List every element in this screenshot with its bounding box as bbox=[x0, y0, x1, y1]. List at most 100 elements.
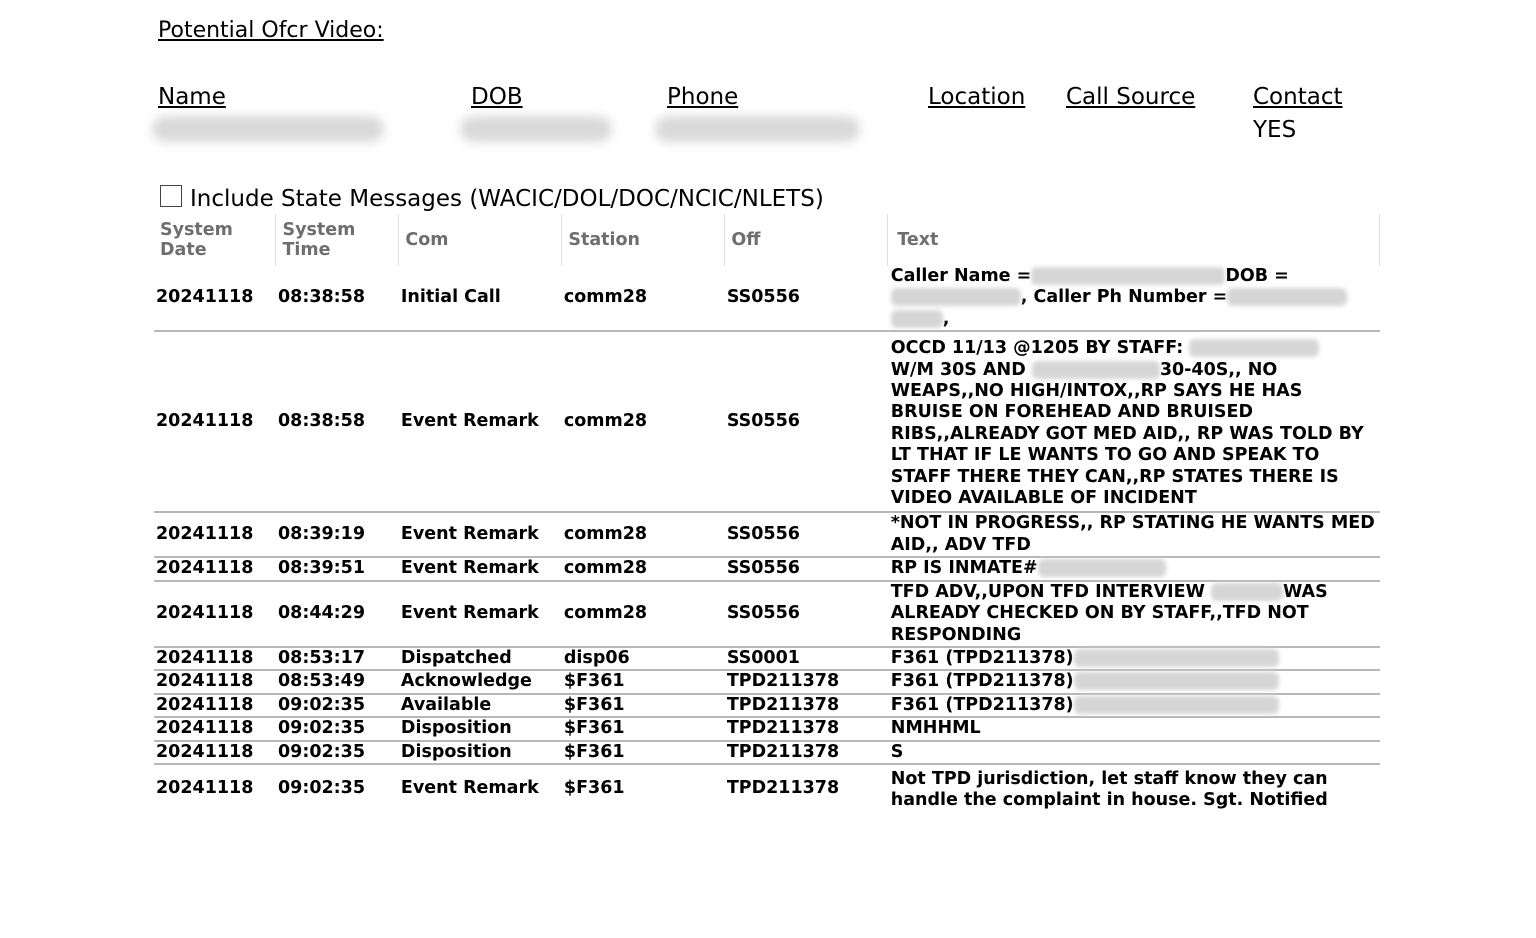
cell-off: SS0001 bbox=[724, 646, 888, 672]
cell-text: F361 (TPD211378) bbox=[887, 646, 1380, 672]
cell-time: 08:38:58 bbox=[275, 331, 399, 514]
cell-date: 20241118 bbox=[156, 777, 254, 798]
redaction bbox=[890, 309, 943, 328]
cell-time: 08:39:51 bbox=[275, 557, 399, 582]
redaction bbox=[1073, 648, 1279, 667]
cell-off: SS0556 bbox=[724, 580, 888, 648]
cell-text: Caller Name = DOB =, Caller Ph Number =, bbox=[887, 266, 1380, 333]
cell-com: Available bbox=[398, 693, 562, 719]
redaction bbox=[1073, 672, 1279, 691]
cell-station: comm28 bbox=[561, 266, 725, 333]
cell-text: F361 (TPD211378) bbox=[887, 693, 1380, 719]
col-off: Off bbox=[724, 214, 889, 266]
contact-header: Contact bbox=[1253, 84, 1343, 110]
table-row: 20241118 08:53:49 Acknowledge $F361 TPD2… bbox=[154, 670, 1380, 695]
cell-date: 20241118 bbox=[154, 512, 276, 559]
cell-com: Event Remark bbox=[398, 580, 562, 648]
cell-off: SS0556 bbox=[724, 266, 888, 333]
redaction bbox=[1073, 695, 1279, 714]
cell-com: Event Remark bbox=[400, 777, 539, 798]
cell-com: Event Remark bbox=[398, 331, 562, 514]
cell-off: SS0556 bbox=[724, 512, 888, 559]
cell-station: $F361 bbox=[563, 777, 625, 798]
cell-station: $F361 bbox=[561, 740, 725, 765]
cell-date: 20241118 bbox=[154, 266, 276, 333]
redaction bbox=[1189, 339, 1320, 358]
name-header: Name bbox=[158, 84, 226, 110]
cell-time: 08:44:29 bbox=[275, 580, 399, 648]
event-log-table: System Date System Time Com Station Off … bbox=[154, 214, 1380, 812]
cell-date: 20241118 bbox=[154, 717, 276, 742]
cell-off: TPD211378 bbox=[724, 693, 888, 719]
cell-station: comm28 bbox=[561, 580, 725, 648]
page-title: Potential Ofcr Video: bbox=[158, 18, 384, 43]
name-redaction bbox=[152, 116, 384, 142]
table-row: 20241118 08:39:51 Event Remark comm28 SS… bbox=[154, 557, 1380, 582]
cell-text: RP IS INMATE# bbox=[887, 557, 1380, 582]
cell-station: comm28 bbox=[561, 512, 725, 559]
cell-com: Initial Call bbox=[398, 266, 562, 333]
cell-date: 20241118 bbox=[154, 740, 276, 765]
cell-off: TPD211378 bbox=[724, 740, 888, 765]
contact-value: YES bbox=[1253, 117, 1297, 143]
table-row: 20241118 08:44:29 Event Remark comm28 SS… bbox=[154, 580, 1380, 648]
cell-com: Disposition bbox=[398, 740, 562, 765]
dob-redaction bbox=[460, 116, 612, 142]
col-system-date: System Date bbox=[154, 214, 277, 266]
cell-text: OCCD 11/13 @1205 BY STAFF: W/M 30S AND 3… bbox=[887, 331, 1380, 514]
cell-station: $F361 bbox=[561, 717, 725, 742]
table-row: 20241118 09:02:35 Event Remark $F361 TPD… bbox=[154, 764, 1380, 812]
cell-off: SS0556 bbox=[724, 331, 888, 514]
cell-time: 08:39:19 bbox=[275, 512, 399, 559]
redaction bbox=[1211, 582, 1284, 601]
cell-com: Dispatched bbox=[398, 646, 562, 672]
col-text: Text bbox=[887, 214, 1380, 266]
redaction bbox=[1037, 559, 1166, 578]
redaction bbox=[1031, 267, 1226, 285]
include-state-toggle[interactable]: Include State Messages (WACIC/DOL/DOC/NC… bbox=[160, 185, 824, 212]
cell-station: $F361 bbox=[561, 693, 725, 719]
cell-com: Disposition bbox=[398, 717, 562, 742]
redaction bbox=[1227, 288, 1348, 307]
cell-date: 20241118 bbox=[154, 580, 276, 648]
cell-com: Event Remark bbox=[398, 557, 562, 582]
table-row: 20241118 09:02:35 Disposition $F361 TPD2… bbox=[154, 740, 1380, 765]
call-source-header: Call Source bbox=[1066, 84, 1196, 110]
table-row: 20241118 08:39:19 Event Remark comm28 SS… bbox=[154, 512, 1380, 559]
table-row: 20241118 08:38:58 Initial Call comm28 SS… bbox=[154, 266, 1380, 333]
phone-header: Phone bbox=[667, 84, 739, 110]
cell-time: 09:02:35 bbox=[275, 740, 399, 765]
cell-station: disp06 bbox=[561, 646, 725, 672]
cell-off: SS0556 bbox=[724, 557, 888, 582]
cell-text: *NOT IN PROGRESS,, RP STATING HE WANTS M… bbox=[887, 512, 1380, 559]
cell-date: 20241118 bbox=[154, 331, 276, 514]
dob-header: DOB bbox=[471, 84, 523, 110]
cell-time: 08:53:17 bbox=[275, 646, 399, 672]
col-com: Com bbox=[398, 214, 563, 266]
col-system-time: System Time bbox=[275, 214, 400, 266]
location-header: Location bbox=[928, 84, 1026, 110]
table-header-row: System Date System Time Com Station Off … bbox=[154, 214, 1380, 266]
cell-time: 08:38:58 bbox=[275, 266, 399, 333]
cell-date: 20241118 bbox=[154, 693, 276, 719]
cell-time: 09:02:35 bbox=[275, 717, 399, 742]
cell-off: TPD211378 bbox=[724, 670, 888, 695]
cell-off: TPD211378 bbox=[726, 777, 840, 798]
col-station: Station bbox=[561, 214, 726, 266]
cell-off: TPD211378 bbox=[724, 717, 888, 742]
table-row: 20241118 09:02:35 Available $F361 TPD211… bbox=[154, 693, 1380, 719]
cell-time: 08:53:49 bbox=[275, 670, 399, 695]
redaction bbox=[890, 288, 1021, 307]
cell-date: 20241118 bbox=[154, 646, 276, 672]
cell-date: 20241118 bbox=[154, 557, 276, 582]
include-state-checkbox[interactable] bbox=[160, 185, 182, 207]
phone-redaction bbox=[655, 116, 860, 142]
cell-text: Not TPD jurisdiction, let staff know the… bbox=[890, 768, 1328, 811]
table-row: 20241118 09:02:35 Disposition $F361 TPD2… bbox=[154, 717, 1380, 742]
cell-station: $F361 bbox=[561, 670, 725, 695]
table-row: 20241118 08:38:58 Event Remark comm28 SS… bbox=[154, 331, 1380, 514]
cell-time: 09:02:35 bbox=[277, 777, 366, 798]
table-row: 20241118 08:53:17 Dispatched disp06 SS00… bbox=[154, 646, 1380, 672]
cell-station: comm28 bbox=[561, 557, 725, 582]
cell-text: F361 (TPD211378) bbox=[887, 670, 1380, 695]
